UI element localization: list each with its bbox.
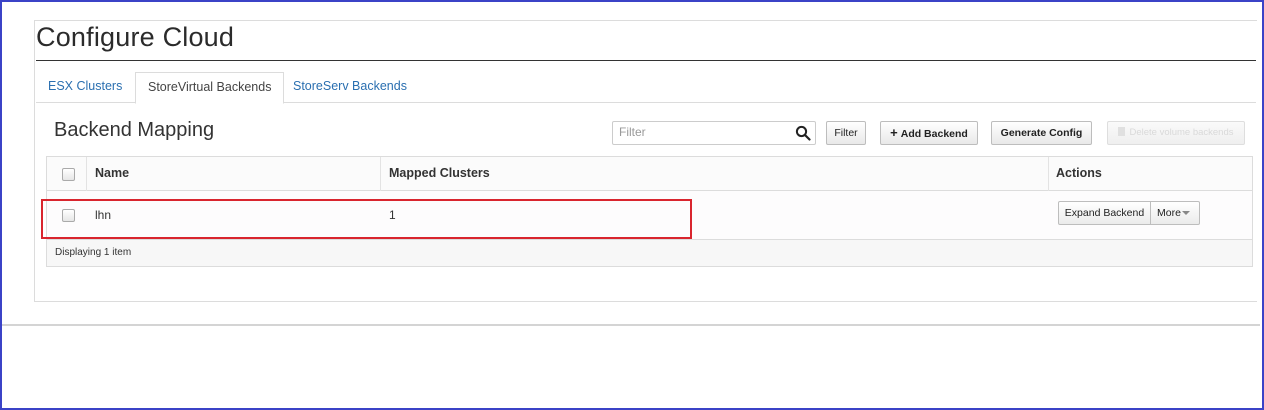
section-title: Backend Mapping — [54, 119, 215, 141]
bottom-divider — [2, 324, 1260, 326]
add-backend-button[interactable]: + Add Backend — [880, 121, 978, 145]
delete-backends-button[interactable]: Delete volume backends — [1107, 121, 1245, 145]
expand-backend-button[interactable]: Expand Backend — [1058, 201, 1151, 225]
tab-storeserv-backends[interactable]: StoreServ Backends — [281, 72, 419, 101]
row-highlight-annotation — [41, 199, 692, 239]
plus-icon: + — [890, 125, 898, 140]
select-all-checkbox[interactable] — [62, 168, 75, 181]
search-icon[interactable] — [795, 125, 811, 141]
title-divider — [36, 60, 1256, 61]
column-header-name[interactable]: Name — [95, 157, 129, 190]
tab-storevirtual-backends[interactable]: StoreVirtual Backends — [135, 72, 285, 104]
caret-down-icon — [1182, 211, 1190, 215]
more-actions-label: More — [1157, 207, 1181, 219]
trash-icon — [1118, 127, 1126, 136]
column-header-mapped-clusters[interactable]: Mapped Clusters — [389, 157, 490, 190]
column-header-actions: Actions — [1056, 166, 1102, 180]
tab-esx-clusters[interactable]: ESX Clusters — [36, 72, 134, 101]
page-title: Configure Cloud — [36, 22, 235, 52]
table-footer: Displaying 1 item — [47, 240, 1252, 266]
tab-bar: ESX Clusters StoreVirtual Backends Store… — [36, 72, 1256, 104]
more-actions-dropdown[interactable]: More — [1151, 201, 1200, 225]
delete-backends-label: Delete volume backends — [1129, 127, 1234, 138]
filter-field — [612, 121, 816, 145]
filter-button[interactable]: Filter — [826, 121, 866, 145]
add-backend-label: Add Backend — [900, 128, 968, 140]
table-header: Name Mapped Clusters Actions — [47, 157, 1252, 191]
filter-input[interactable] — [613, 122, 795, 142]
generate-config-button[interactable]: Generate Config — [991, 121, 1092, 145]
